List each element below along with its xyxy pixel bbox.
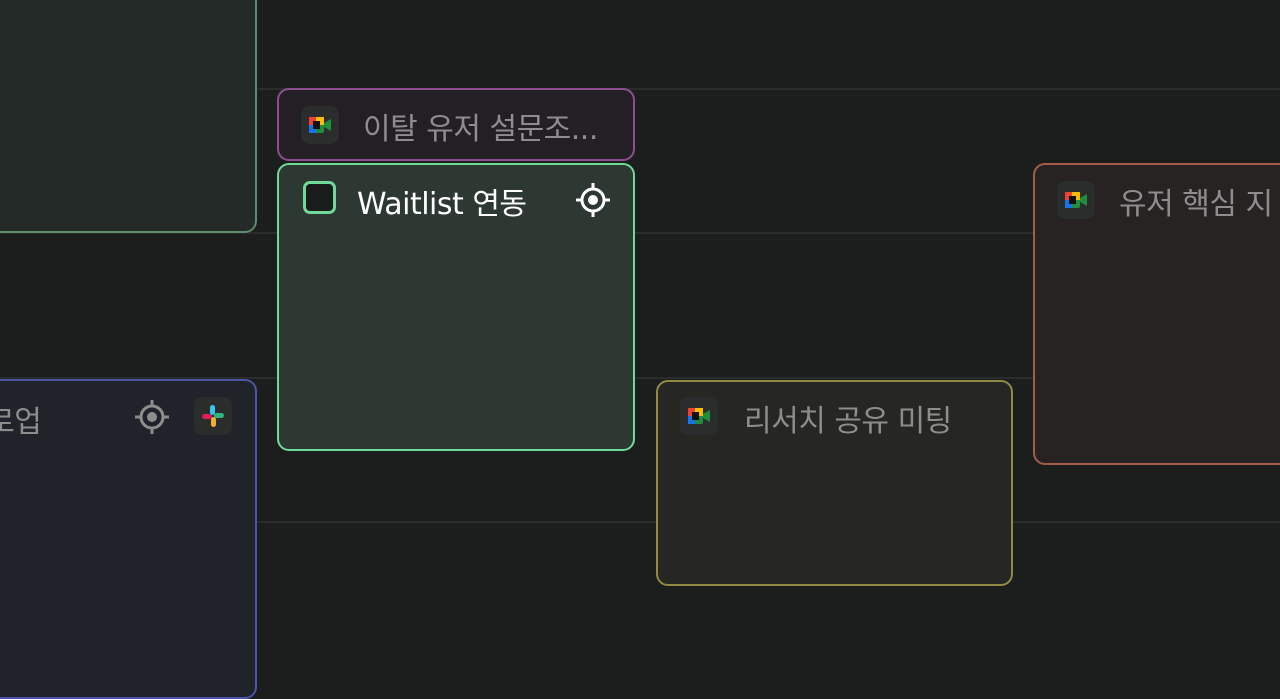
event-title: 유저 핵심 지 — [1119, 187, 1273, 222]
event-card-waitlist[interactable]: Waitlist 연동 — [277, 163, 635, 451]
event-card-research[interactable]: 리서치 공유 미팅 — [656, 380, 1013, 586]
slack-icon — [194, 397, 232, 435]
event-card-top-left[interactable] — [0, 0, 257, 233]
event-title: Waitlist 연동 — [357, 187, 527, 222]
task-checkbox[interactable] — [303, 181, 336, 214]
event-title: 이탈 유저 설문조... — [363, 112, 598, 147]
event-title: 팔로업 — [0, 405, 42, 440]
event-card-core[interactable]: 유저 핵심 지 — [1033, 163, 1280, 465]
google-meet-icon — [680, 397, 718, 435]
google-meet-icon — [1057, 181, 1095, 219]
target-icon[interactable] — [134, 399, 170, 435]
event-card-followup[interactable]: 팔로업 — [0, 379, 257, 699]
target-icon[interactable] — [575, 182, 611, 218]
event-title: 리서치 공유 미팅 — [744, 404, 952, 439]
event-card-survey[interactable]: 이탈 유저 설문조... — [277, 88, 635, 161]
google-meet-icon — [301, 106, 339, 144]
